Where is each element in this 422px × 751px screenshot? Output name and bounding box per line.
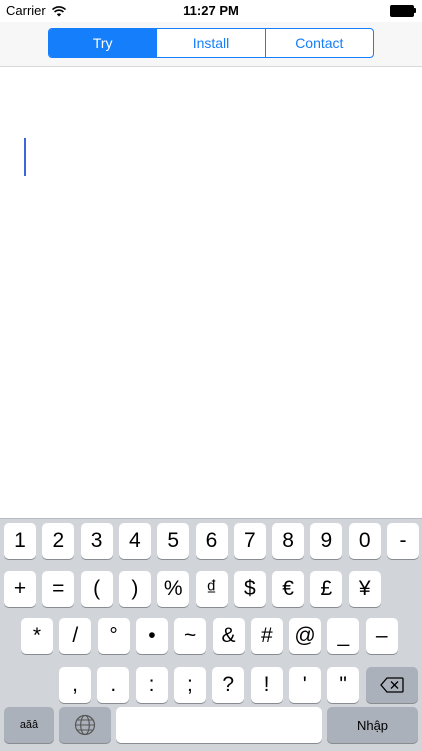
key[interactable]: :	[135, 667, 168, 703]
segment-contact[interactable]: Contact	[264, 29, 373, 57]
key[interactable]: &	[212, 618, 245, 654]
key[interactable]: 5	[157, 523, 190, 559]
key[interactable]: ,	[59, 667, 91, 703]
text-input-area[interactable]	[0, 67, 422, 518]
key[interactable]: @	[289, 618, 322, 654]
key[interactable]: 8	[272, 523, 305, 559]
key[interactable]: 0	[348, 523, 381, 559]
key[interactable]: ?	[212, 667, 245, 703]
key[interactable]: .	[97, 667, 130, 703]
key[interactable]: 3	[80, 523, 113, 559]
key[interactable]: $	[233, 571, 266, 607]
key[interactable]: !	[250, 667, 283, 703]
text-caret	[24, 138, 26, 176]
status-time: 11:27 PM	[183, 3, 239, 18]
key[interactable]: 6	[195, 523, 228, 559]
keyboard-row-symbols-1: + =()% ₫ $ € £ ¥	[0, 571, 422, 607]
key[interactable]: )	[118, 571, 151, 607]
key[interactable]: 1	[4, 523, 36, 559]
globe-icon	[74, 714, 96, 736]
key[interactable]: #	[250, 618, 283, 654]
key[interactable]: "	[327, 667, 360, 703]
return-key[interactable]: Nhập	[327, 707, 418, 743]
keyboard-row-punctuation: ,.:;?! ' "	[0, 667, 422, 703]
key[interactable]: •	[135, 618, 168, 654]
segmented-control: Try Install Contact	[48, 28, 374, 58]
key[interactable]: *	[21, 618, 53, 654]
key[interactable]: /	[59, 618, 92, 654]
key[interactable]: ¥	[348, 571, 381, 607]
key[interactable]: 2	[42, 523, 75, 559]
key[interactable]: +	[4, 571, 36, 607]
key[interactable]: 4	[118, 523, 151, 559]
key[interactable]: _	[327, 618, 360, 654]
key[interactable]: '	[288, 667, 321, 703]
segment-install[interactable]: Install	[156, 29, 264, 57]
keyboard-mode-key[interactable]: aăâ	[4, 707, 54, 743]
globe-key[interactable]	[59, 707, 111, 743]
key[interactable]: 9	[310, 523, 343, 559]
key[interactable]: ₫	[195, 571, 228, 607]
keyboard-row-symbols-2: * / ° • ~ & # @ _ –	[0, 618, 422, 654]
keyboard-row-bottom: aăâ Nhập	[0, 707, 422, 743]
segment-try[interactable]: Try	[49, 29, 157, 57]
keyboard-row-numbers: 1234567890-	[0, 523, 422, 559]
backspace-key[interactable]	[366, 667, 418, 703]
key[interactable]: ;	[173, 667, 206, 703]
key[interactable]: –	[365, 618, 398, 654]
key[interactable]: %	[157, 571, 190, 607]
key[interactable]: 7	[233, 523, 266, 559]
key[interactable]: =	[42, 571, 75, 607]
key[interactable]: €	[272, 571, 305, 607]
key[interactable]: (	[80, 571, 113, 607]
key[interactable]: ~	[174, 618, 207, 654]
keyboard: 1234567890- + =()% ₫ $ € £ ¥ * / ° • ~ & # @ _ – ,.:;?!…	[0, 518, 422, 751]
navigation-bar: Try Install Contact	[0, 22, 422, 67]
key[interactable]: °	[97, 618, 130, 654]
key[interactable]: -	[387, 523, 419, 559]
status-bar: Carrier 11:27 PM	[0, 0, 422, 22]
space-key[interactable]	[116, 707, 322, 743]
key[interactable]: £	[310, 571, 343, 607]
backspace-icon	[380, 677, 404, 693]
battery-icon	[390, 5, 416, 17]
